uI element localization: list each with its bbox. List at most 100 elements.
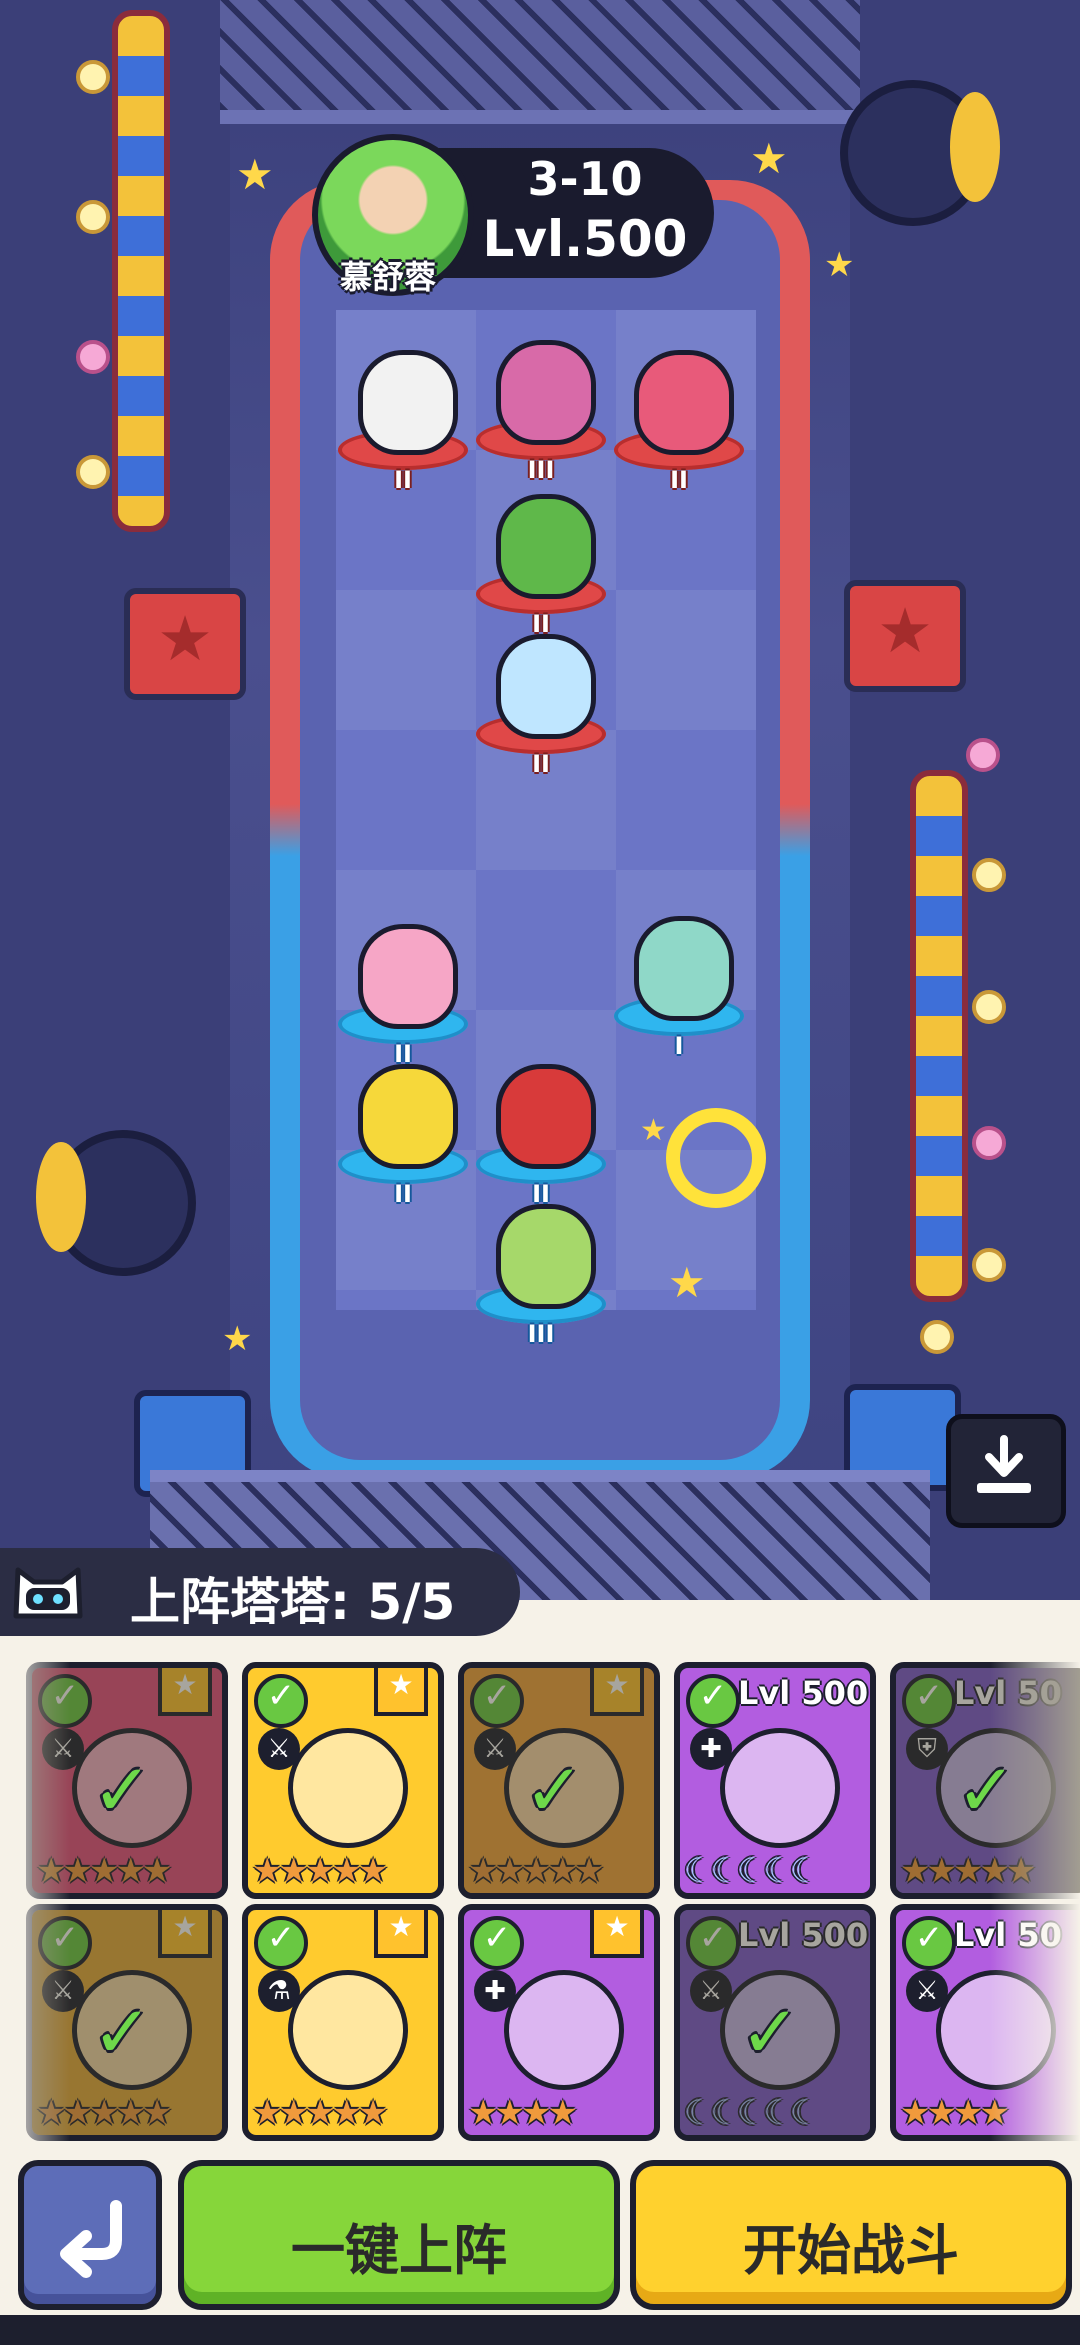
selected-check-icon [38, 1674, 92, 1728]
card-character-art [288, 1728, 408, 1848]
card-level: Lvl 500 [738, 1674, 869, 1712]
selected-check-icon [902, 1916, 956, 1970]
tower-card[interactable]: ⛨Lvl 50 ✓ ★★★★★ [890, 1662, 1080, 1899]
card-type-icon: ⚔ [474, 1728, 516, 1770]
opponent-stage: 3-10 [527, 152, 643, 206]
bulb-decoration [76, 455, 110, 489]
spotlight-top-right [840, 80, 1000, 226]
selected-check-icon [470, 1916, 524, 1970]
start-battle-label: 开始战斗 [743, 2219, 959, 2282]
unit-body [496, 494, 596, 599]
favorite-star-icon[interactable] [158, 1668, 212, 1716]
deployed-check-icon: ✓ [524, 1748, 585, 1832]
ally-unit[interactable]: III [476, 1204, 606, 1348]
tower-card[interactable]: ✚ ★★★★ [458, 1904, 660, 2141]
deployed-check-icon: ✓ [956, 1748, 1017, 1832]
card-star-rating: ★★★★★ [252, 1851, 388, 1891]
selected-check-icon [254, 1674, 308, 1728]
card-character-art [720, 1728, 840, 1848]
unit-body [496, 1064, 596, 1169]
back-button[interactable] [18, 2160, 162, 2310]
download-button[interactable] [946, 1414, 1066, 1528]
fence-top [220, 0, 860, 124]
selected-check-icon [686, 1916, 740, 1970]
star-decoration: ★ [824, 245, 855, 285]
bulb-decoration [972, 990, 1006, 1024]
card-star-rating: ★★★★ [468, 2093, 578, 2133]
bulb-decoration [972, 1126, 1006, 1160]
card-star-rating: ☾☾☾☾☾ [684, 1851, 820, 1891]
post-red-left [124, 588, 246, 700]
unit-rank: III [527, 1320, 555, 1348]
enemy-unit[interactable]: II [614, 350, 744, 494]
auto-deploy-button[interactable]: 一键上阵 [178, 2160, 620, 2310]
tower-card[interactable]: ⚔Lvl 500 ✓ ☾☾☾☾☾ [674, 1904, 876, 2141]
card-type-icon: ⛨ [906, 1728, 948, 1770]
bulb-decoration [76, 200, 110, 234]
spotlight-left [50, 1130, 196, 1276]
bulb-decoration [920, 1320, 954, 1354]
ally-unit[interactable]: I [614, 916, 744, 1060]
selected-check-icon [902, 1674, 956, 1728]
tower-card[interactable]: ⚗ ★★★★★ [242, 1904, 444, 2141]
deployed-check-icon: ✓ [740, 1990, 801, 2074]
unit-body [358, 1064, 458, 1169]
placement-ring-marker[interactable] [666, 1108, 766, 1208]
ally-unit[interactable]: II [476, 1064, 606, 1208]
card-type-icon: ⚗ [258, 1970, 300, 2012]
tower-card[interactable]: ⚔✓ ★★★★★ [26, 1662, 228, 1899]
favorite-star-icon[interactable] [374, 1910, 428, 1958]
tower-card[interactable]: ⚔✓ ★★★★★ [458, 1662, 660, 1899]
selected-check-icon [38, 1916, 92, 1970]
card-character-art [504, 1970, 624, 2090]
unit-rank: I [674, 1032, 684, 1060]
download-icon [977, 1435, 1031, 1493]
deployed-count-label: 上阵塔塔: 5/5 [130, 1573, 456, 1631]
star-decoration: ★ [668, 1258, 706, 1307]
card-type-icon: ✚ [474, 1970, 516, 2012]
favorite-star-icon[interactable] [590, 1668, 644, 1716]
tower-card[interactable]: ✚Lvl 500 ☾☾☾☾☾ [674, 1662, 876, 1899]
ally-unit[interactable]: II [338, 924, 468, 1068]
enemy-unit[interactable]: II [476, 634, 606, 778]
start-battle-button[interactable]: 开始战斗 [630, 2160, 1072, 2310]
bulb-decoration [972, 858, 1006, 892]
favorite-star-icon[interactable] [158, 1910, 212, 1958]
card-star-rating: ☾☾☾☾☾ [684, 2093, 820, 2133]
unit-body [634, 916, 734, 1021]
card-star-rating: ★★★★★ [468, 1851, 604, 1891]
tower-card[interactable]: ⚔✓ ★★★★★ [26, 1904, 228, 2141]
card-star-rating: ★★★★★ [36, 1851, 172, 1891]
auto-deploy-label: 一键上阵 [291, 2219, 507, 2282]
unit-body [496, 1204, 596, 1309]
bulb-decoration [966, 738, 1000, 772]
unit-body [358, 350, 458, 455]
enemy-unit[interactable]: III [476, 340, 606, 484]
card-star-rating: ★★★★★ [900, 1851, 1036, 1891]
deployed-check-icon: ✓ [92, 1990, 153, 2074]
unit-rank: II [394, 466, 412, 494]
card-type-icon: ✚ [690, 1728, 732, 1770]
enemy-unit[interactable]: II [338, 350, 468, 494]
opponent-level: Lvl.500 [482, 210, 688, 268]
favorite-star-icon[interactable] [374, 1668, 428, 1716]
post-red-right [844, 580, 966, 692]
unit-body [496, 634, 596, 739]
enemy-unit[interactable]: II [476, 494, 606, 638]
banner-left [112, 10, 170, 532]
favorite-star-icon[interactable] [590, 1910, 644, 1958]
back-arrow-icon [60, 2200, 122, 2278]
card-type-icon: ⚔ [42, 1728, 84, 1770]
tower-card[interactable]: ⚔ ★★★★★ [242, 1662, 444, 1899]
unit-body [358, 924, 458, 1029]
star-decoration: ★ [750, 134, 788, 183]
deployed-check-icon: ✓ [92, 1748, 153, 1832]
selected-check-icon [686, 1674, 740, 1728]
ally-unit[interactable]: II [338, 1064, 468, 1208]
unit-rank: II [532, 750, 550, 778]
bulb-decoration [76, 340, 110, 374]
unit-rank: III [527, 456, 555, 484]
selected-check-icon [254, 1916, 308, 1970]
unit-rank: II [670, 466, 688, 494]
card-type-icon: ⚔ [906, 1970, 948, 2012]
